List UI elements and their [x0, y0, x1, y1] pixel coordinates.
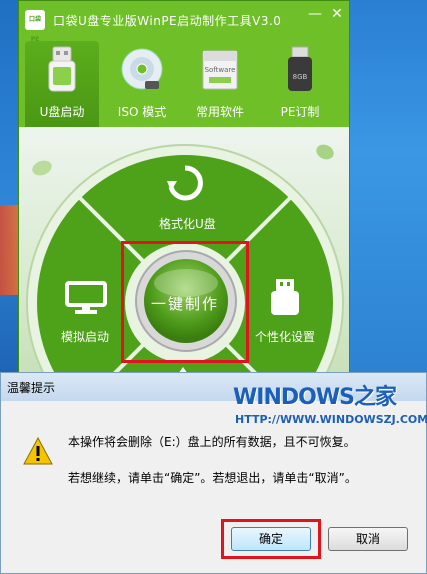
dialog-title: 温馨提示 — [7, 381, 56, 395]
tab-iso-mode[interactable]: ISO 模式 — [105, 41, 179, 127]
usb-stick-8gb-icon: 8GB — [288, 46, 312, 91]
personalize-settings-label[interactable]: 个性化设置 — [255, 328, 315, 345]
windows-home-watermark: WINDOWS之家 — [233, 385, 397, 410]
desktop-background-right — [350, 0, 427, 380]
title-bar: 口袋PE 口袋U盘专业版WinPE启动制作工具V3.0 — ✕ — [19, 1, 349, 43]
usb-drive-icon — [48, 46, 76, 92]
tab-pe-custom[interactable]: 8GB PE订制 — [263, 41, 337, 127]
tab-common-software[interactable]: Software 常用软件 — [183, 41, 257, 127]
highlight-box-ok — [221, 519, 321, 559]
close-button[interactable]: ✕ — [327, 6, 347, 24]
usb-stick-capacity-text: 8GB — [293, 73, 308, 81]
simulate-boot-label[interactable]: 模拟启动 — [61, 328, 109, 345]
window-title: 口袋U盘专业版WinPE启动制作工具V3.0 — [53, 14, 282, 28]
tab-common-software-label: 常用软件 — [195, 105, 244, 119]
app-window: 口袋PE 口袋U盘专业版WinPE启动制作工具V3.0 — ✕ U盘启动 ISO… — [18, 0, 350, 380]
tab-usb-boot[interactable]: U盘启动 — [25, 41, 99, 127]
usb-plug-icon[interactable] — [267, 277, 303, 317]
tab-pe-custom-label: PE订制 — [280, 105, 320, 119]
software-box-text: Software — [205, 66, 236, 74]
minimize-button[interactable]: — — [305, 6, 325, 24]
tab-iso-mode-label: ISO 模式 — [117, 105, 167, 119]
warning-icon — [23, 437, 53, 465]
monitor-icon[interactable] — [65, 281, 107, 315]
disc-icon — [121, 48, 163, 90]
dialog-message-line2: 若想继续，请单击“确定”。若想退出，请单击“取消”。 — [68, 471, 357, 485]
app-logo: 口袋PE — [25, 10, 45, 43]
desktop-wallpaper-accent — [0, 205, 18, 295]
highlight-box-center — [121, 241, 249, 363]
tab-usb-boot-label: U盘启动 — [39, 105, 85, 119]
software-box-icon: Software — [202, 50, 238, 90]
cancel-button[interactable]: 取消 — [328, 527, 408, 551]
watermark-url: HTTP://WWW.WINDOWSZJ.COM — [235, 413, 427, 426]
format-refresh-icon[interactable] — [165, 163, 205, 203]
main-tabs: U盘启动 ISO 模式 Software 常用软件 8GB PE订制 — [19, 41, 349, 127]
dialog-message-line1: 本操作将会删除（E:）盘上的所有数据，且不可恢复。 — [68, 435, 356, 449]
format-usb-label[interactable]: 格式化U盘 — [159, 215, 216, 232]
warning-dialog: 温馨提示 WINDOWS之家 HTTP://WWW.WINDOWSZJ.COM … — [0, 372, 427, 574]
